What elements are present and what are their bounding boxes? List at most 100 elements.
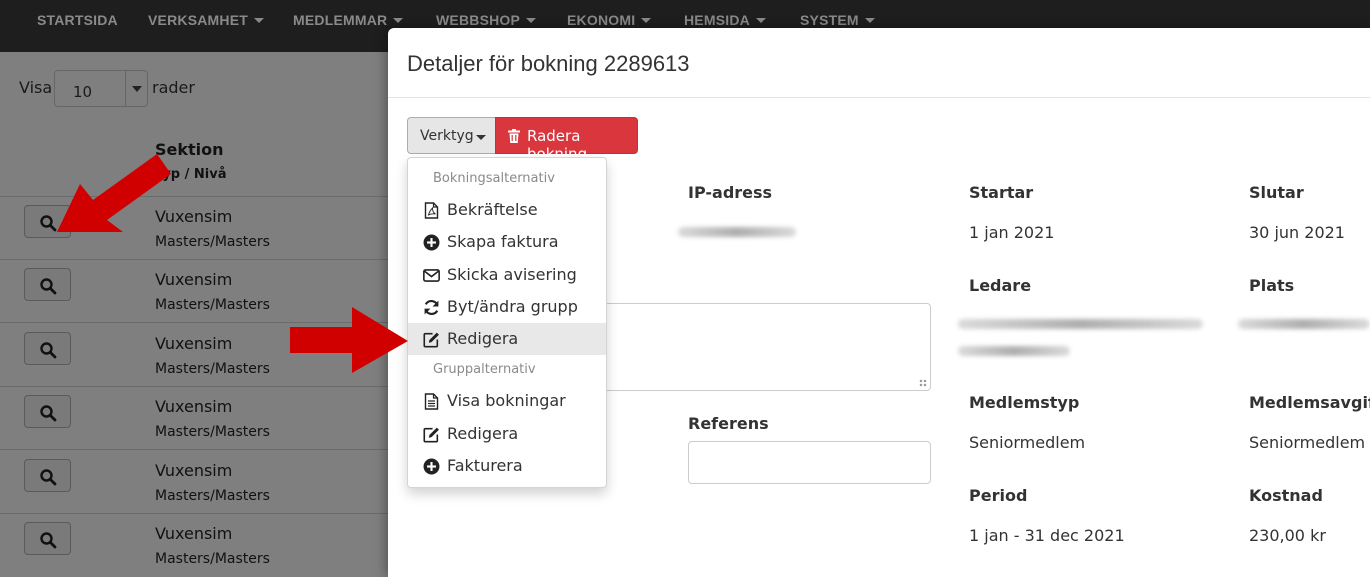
menu-item-label: Byt/ändra grupp	[447, 297, 578, 316]
redacted-ip-address	[678, 227, 796, 237]
envelope-icon	[423, 269, 440, 282]
period-value: 1 jan - 31 dec 2021	[969, 526, 1125, 545]
menu-item-label: Skapa faktura	[447, 232, 559, 251]
view-booking-button[interactable]	[24, 522, 71, 555]
caret-down-icon	[526, 18, 537, 23]
nav-item-verksamhet[interactable]: VERKSAMHET	[148, 12, 265, 28]
edit-icon	[423, 332, 439, 348]
nav-item-hemsida[interactable]: HEMSIDA	[684, 12, 766, 28]
row-title: Vuxensim	[155, 397, 233, 416]
member-type-label: Medlemstyp	[969, 393, 1080, 412]
caret-down-icon	[476, 135, 486, 140]
annotation-arrow	[290, 307, 408, 373]
caret-down-icon	[864, 18, 875, 23]
row-title: Vuxensim	[155, 334, 233, 353]
caret-down-icon	[641, 18, 652, 23]
divider	[388, 97, 1370, 98]
chevron-down-icon	[125, 71, 147, 106]
menu-item-label: Fakturera	[447, 456, 523, 475]
redacted-leader	[958, 319, 1203, 329]
row-subtitle: Masters/Masters	[155, 488, 270, 504]
menu-item-confirmation[interactable]: Bekräftelse	[408, 194, 606, 226]
view-booking-button[interactable]	[24, 395, 71, 428]
row-title: Vuxensim	[155, 270, 233, 289]
notes-textarea[interactable]	[558, 303, 931, 391]
view-booking-button[interactable]	[24, 459, 71, 492]
starts-value: 1 jan 2021	[969, 223, 1055, 242]
show-label: Visa	[19, 78, 53, 97]
redacted-place	[1238, 319, 1370, 329]
menu-item-edit-booking[interactable]: Redigera	[408, 323, 606, 355]
annotation-arrow	[57, 154, 171, 232]
search-icon	[40, 405, 57, 422]
row-subtitle: Masters/Masters	[155, 297, 270, 313]
nav-label: VERKSAMHET	[148, 12, 249, 28]
menu-item-label: Redigera	[447, 424, 519, 443]
nav-item-system[interactable]: SYSTEM	[800, 12, 875, 28]
redacted-leader	[958, 346, 1070, 356]
reference-input[interactable]	[688, 441, 931, 484]
caret-down-icon	[755, 18, 766, 23]
menu-item-send-notification[interactable]: Skicka avisering	[408, 259, 606, 291]
leader-label: Ledare	[969, 276, 1032, 295]
menu-item-label: Redigera	[447, 329, 519, 348]
search-icon	[40, 278, 57, 295]
resize-handle-icon[interactable]	[919, 379, 927, 387]
place-label: Plats	[1249, 276, 1295, 295]
cost-label: Kostnad	[1249, 486, 1323, 505]
nav-label: SYSTEM	[800, 12, 859, 28]
nav-item-startsida[interactable]: STARTSIDA	[37, 12, 118, 28]
menu-item-invoice-group[interactable]: Fakturera	[408, 450, 606, 482]
modal-title: Detaljer för bokning 2289613	[407, 51, 690, 76]
member-type-value: Seniormedlem	[969, 433, 1086, 452]
menu-item-label: Bekräftelse	[447, 200, 538, 219]
search-icon	[40, 342, 57, 359]
tools-button-label: Verktyg	[420, 128, 474, 144]
ip-address-label: IP-adress	[688, 183, 773, 202]
search-icon	[40, 469, 57, 486]
caret-down-icon	[393, 18, 404, 23]
row-subtitle: Masters/Masters	[155, 361, 270, 377]
rows-per-page-select[interactable]: 10	[54, 70, 148, 107]
rows-per-page-value: 10	[73, 83, 93, 101]
ends-label: Slutar	[1249, 183, 1304, 202]
member-fee-label: Medlemsavgift	[1249, 393, 1370, 412]
period-label: Period	[969, 486, 1028, 505]
row-title: Vuxensim	[155, 461, 233, 480]
nav-item-webbshop[interactable]: WEBBSHOP	[436, 12, 537, 28]
nav-label: HEMSIDA	[684, 12, 750, 28]
view-booking-button[interactable]	[24, 268, 71, 301]
row-subtitle: Masters/Masters	[155, 424, 270, 440]
menu-item-change-group[interactable]: Byt/ändra grupp	[408, 291, 606, 323]
nav-item-ekonomi[interactable]: EKONOMI	[567, 12, 652, 28]
reference-label: Referens	[688, 414, 769, 433]
member-fee-value: Seniormedlem 2	[1249, 433, 1370, 452]
tools-dropdown-menu: Bokningsalternativ Bekräftelse Skapa fak…	[407, 157, 607, 488]
menu-item-create-invoice[interactable]: Skapa faktura	[408, 226, 606, 258]
tools-dropdown-button[interactable]: Verktyg	[407, 117, 495, 154]
menu-item-show-bookings[interactable]: Visa bokningar	[408, 385, 606, 417]
starts-label: Startar	[969, 183, 1034, 202]
delete-booking-button[interactable]: Radera bokning	[495, 117, 638, 163]
menu-item-label: Visa bokningar	[447, 391, 566, 410]
plus-circle-icon	[423, 458, 440, 475]
dropdown-header-booking-options: Bokningsalternativ	[433, 171, 555, 186]
view-booking-button[interactable]	[24, 332, 71, 365]
refresh-icon	[424, 300, 439, 315]
menu-item-label: Skicka avisering	[447, 265, 577, 284]
nav-label: MEDLEMMAR	[293, 12, 388, 28]
row-title: Vuxensim	[155, 524, 233, 543]
edit-icon	[423, 427, 439, 443]
trash-icon	[508, 129, 520, 143]
nav-label: WEBBSHOP	[436, 12, 521, 28]
pdf-file-icon	[424, 202, 439, 219]
row-subtitle: Masters/Masters	[155, 551, 270, 567]
nav-label: STARTSIDA	[37, 12, 118, 28]
booking-details-modal: Detaljer för bokning 2289613 Verktyg Rad…	[388, 28, 1370, 577]
plus-circle-icon	[423, 234, 440, 251]
menu-item-edit-group[interactable]: Redigera	[408, 418, 606, 450]
ends-value: 30 jun 2021	[1249, 223, 1345, 242]
dropdown-header-group-options: Gruppalternativ	[433, 362, 536, 377]
nav-item-medlemmar[interactable]: MEDLEMMAR	[293, 12, 404, 28]
nav-label: EKONOMI	[567, 12, 636, 28]
